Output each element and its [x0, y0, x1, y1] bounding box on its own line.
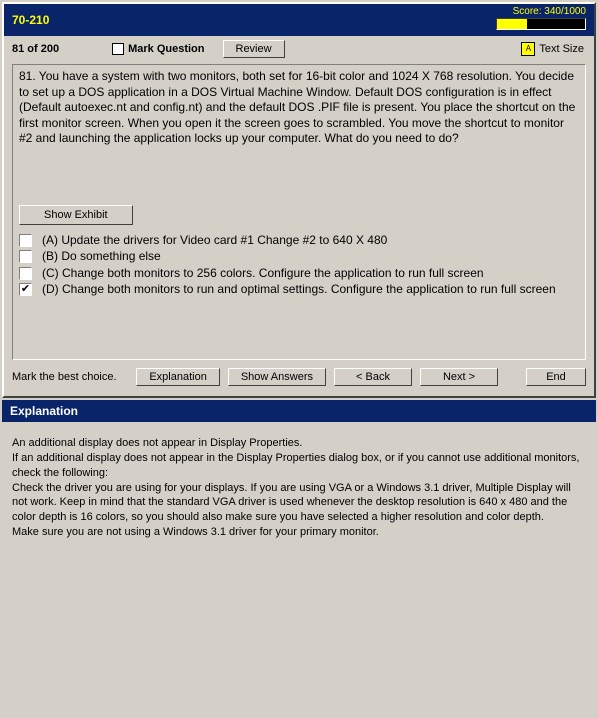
- end-button[interactable]: End: [526, 368, 586, 386]
- option-row-d: ✔ (D) Change both monitors to run and opt…: [19, 282, 579, 296]
- show-answers-button[interactable]: Show Answers: [228, 368, 326, 386]
- option-row-a: (A) Update the drivers for Video card #1…: [19, 233, 579, 247]
- score-progress: [496, 18, 586, 30]
- show-exhibit-button[interactable]: Show Exhibit: [19, 205, 133, 225]
- text-size-icon: A: [521, 42, 535, 56]
- option-text-b: (B) Do something else: [42, 249, 579, 263]
- option-text-c: (C) Change both monitors to 256 colors. …: [42, 266, 579, 280]
- exam-title: 70-210: [12, 13, 49, 27]
- text-size-control[interactable]: A Text Size: [521, 42, 584, 56]
- option-checkbox-a[interactable]: [19, 234, 32, 247]
- back-button[interactable]: < Back: [334, 368, 412, 386]
- answer-options: (A) Update the drivers for Video card #1…: [19, 233, 579, 297]
- toolbar: 81 of 200 Mark Question Review A Text Si…: [4, 36, 594, 62]
- option-checkbox-d[interactable]: ✔: [19, 283, 32, 296]
- question-text: 81. You have a system with two monitors,…: [19, 69, 579, 147]
- score-progress-fill: [497, 19, 527, 29]
- score-area: Score: 340/1000: [496, 6, 586, 30]
- explanation-heading: Explanation: [2, 400, 596, 422]
- question-counter: 81 of 200: [12, 43, 59, 55]
- option-row-b: (B) Do something else: [19, 249, 579, 263]
- mark-question-label: Mark Question: [128, 43, 204, 55]
- review-button[interactable]: Review: [223, 40, 285, 58]
- mark-question-toggle[interactable]: Mark Question: [112, 43, 204, 55]
- score-label: Score: 340/1000: [513, 6, 586, 17]
- question-frame: 81. You have a system with two monitors,…: [12, 64, 586, 360]
- footer-row: Mark the best choice. Explanation Show A…: [4, 362, 594, 396]
- explanation-body: An additional display does not appear in…: [2, 422, 596, 694]
- explanation-button[interactable]: Explanation: [136, 368, 220, 386]
- option-text-a: (A) Update the drivers for Video card #1…: [42, 233, 579, 247]
- footer-instruction: Mark the best choice.: [12, 371, 117, 383]
- mark-question-checkbox[interactable]: [112, 43, 124, 55]
- option-text-d: (D) Change both monitors to run and opti…: [42, 282, 579, 296]
- option-checkbox-c[interactable]: [19, 267, 32, 280]
- option-checkbox-b[interactable]: [19, 250, 32, 263]
- text-size-label: Text Size: [539, 43, 584, 55]
- title-bar: 70-210 Score: 340/1000: [4, 4, 594, 36]
- explanation-panel: Explanation An additional display does n…: [2, 400, 596, 694]
- option-row-c: (C) Change both monitors to 256 colors. …: [19, 266, 579, 280]
- next-button[interactable]: Next >: [420, 368, 498, 386]
- main-panel: 70-210 Score: 340/1000 81 of 200 Mark Qu…: [2, 2, 596, 398]
